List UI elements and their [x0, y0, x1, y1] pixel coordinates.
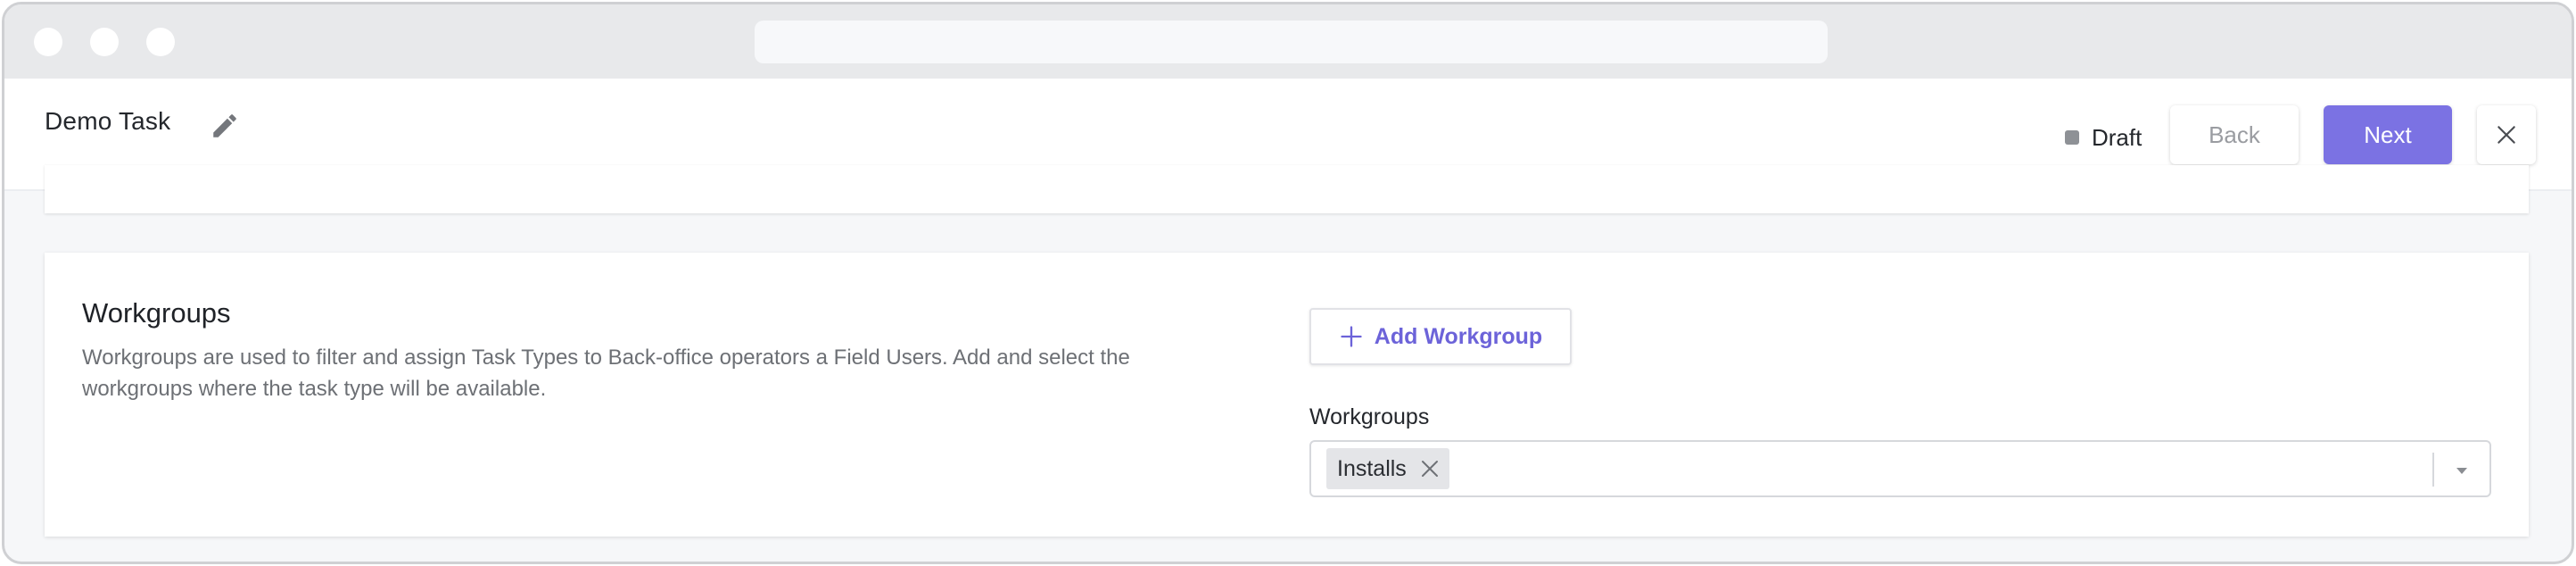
section-description: Workgroups are used to filter and assign… [82, 345, 1130, 401]
next-button[interactable]: Next [2324, 105, 2452, 164]
workgroups-select[interactable]: Installs [1309, 440, 2491, 497]
window-control-close[interactable] [34, 28, 62, 56]
status-dot-icon [2065, 130, 2079, 145]
add-workgroup-label: Add Workgroup [1374, 323, 1543, 349]
workgroup-chip: Installs [1326, 448, 1449, 489]
previous-section-card [45, 165, 2529, 213]
close-icon[interactable] [1419, 458, 1441, 479]
address-bar[interactable] [755, 21, 1828, 63]
browser-chrome [4, 4, 2572, 79]
status-badge: Draft [2065, 121, 2142, 154]
select-separator [2432, 453, 2434, 487]
plus-icon [1341, 326, 1362, 347]
caret-down-icon[interactable] [2453, 462, 2471, 479]
workgroups-card: Workgroups Workgroups are used to filter… [45, 253, 2529, 537]
chip-label: Installs [1337, 455, 1407, 481]
close-button[interactable] [2477, 105, 2536, 164]
browser-window: Demo Task Draft Back Next Workgroups Wor… [2, 2, 2574, 564]
status-label: Draft [2092, 123, 2143, 151]
window-control-maximize[interactable] [146, 28, 175, 56]
section-title: Workgroups [82, 297, 231, 329]
add-workgroup-button[interactable]: Add Workgroup [1309, 308, 1572, 365]
pencil-icon[interactable] [210, 111, 240, 141]
page-title: Demo Task [45, 107, 171, 135]
back-button[interactable]: Back [2170, 105, 2299, 164]
window-control-minimize[interactable] [90, 28, 119, 56]
workgroups-field-label: Workgroups [1309, 404, 1430, 429]
close-icon [2498, 126, 2515, 144]
